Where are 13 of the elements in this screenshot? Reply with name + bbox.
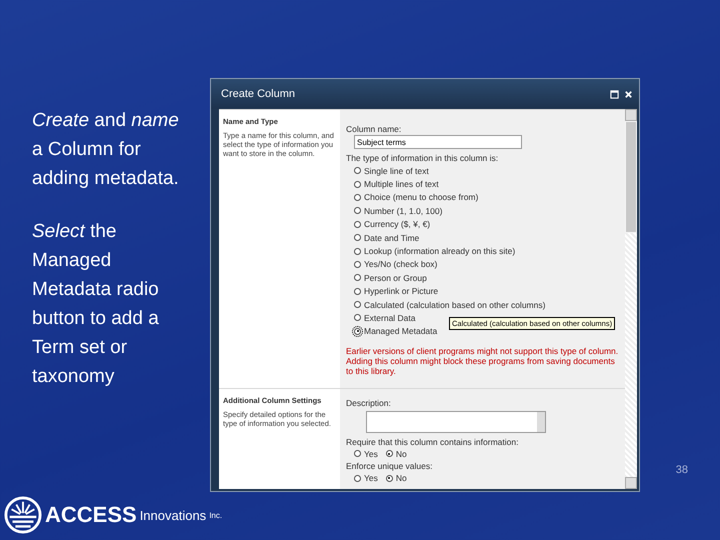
field-label: The type of information in this column is: (346, 153, 500, 163)
field-label: Description: (346, 398, 392, 408)
warning-text: Earlier versions of client programs might not support this type of column. Adding this column might block these programs from saving documents to this library. (346, 346, 620, 376)
page-number: 38 (676, 464, 688, 476)
dialog-title: Create Column (221, 88, 295, 100)
logo-text: Inc. (209, 510, 222, 520)
logo-text: Innovations (140, 508, 206, 522)
field-label: Column name: (346, 124, 402, 134)
field-label: Enforce unique values: (346, 461, 434, 472)
field-label: Require that this column contains information: (346, 437, 520, 448)
logo-text: ACCESS (45, 502, 137, 528)
slide-paragraph: Select the Managed Metadata radio button to add a Term set or taxonomy (32, 220, 160, 389)
slide-paragraph: Create and name a Column for adding metadata. (32, 109, 180, 191)
